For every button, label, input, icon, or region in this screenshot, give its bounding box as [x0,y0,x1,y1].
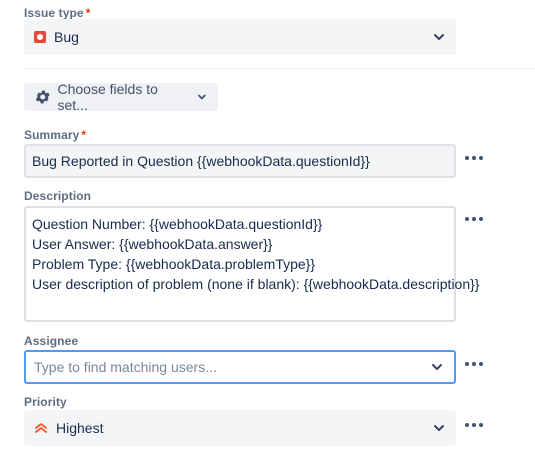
description-line: Problem Type: {{webhookData.problemType}… [32,256,316,272]
issue-type-label-text: Issue type [24,6,84,20]
chevron-down-icon [432,421,446,435]
choose-fields-button[interactable]: Choose fields to set... [24,81,218,113]
summary-more-icon[interactable] [465,155,483,161]
chevron-down-icon [198,94,206,100]
required-mark: * [81,128,87,142]
summary-field[interactable]: Bug Reported in Question {{webhookData.q… [24,144,456,178]
description-line: User description of problem (none if bla… [32,276,480,292]
summary-label: Summary * [24,128,86,142]
priority-value: Highest [56,420,104,436]
description-field[interactable]: Question Number: {{webhookData.questionI… [24,206,480,322]
description-label: Description [24,189,92,203]
assignee-label: Assignee [24,334,79,348]
chevron-down-icon [432,30,446,44]
issue-type-value: Bug [54,29,79,45]
priority-highest-icon [34,421,48,435]
priority-select[interactable]: Highest [24,410,456,446]
priority-label: Priority [24,395,67,409]
description-more-icon[interactable] [465,216,483,222]
gear-icon [35,90,50,104]
assignee-more-icon[interactable] [465,361,483,367]
choose-fields-label: Choose fields to set... [57,81,158,113]
assignee-select[interactable] [24,350,456,384]
required-mark: * [85,6,91,20]
priority-more-icon[interactable] [465,422,483,428]
chevron-down-icon [430,360,444,374]
issue-type-select[interactable]: Bug [24,19,456,55]
issue-type-label: Issue type * [24,6,90,20]
assignee-input[interactable] [34,359,414,375]
description-line: User Answer: {{webhookData.answer}} [32,236,273,252]
summary-label-text: Summary [24,128,80,142]
bug-icon [34,31,46,43]
description-line: Question Number: {{webhookData.questionI… [32,216,323,232]
section-divider [24,68,535,69]
